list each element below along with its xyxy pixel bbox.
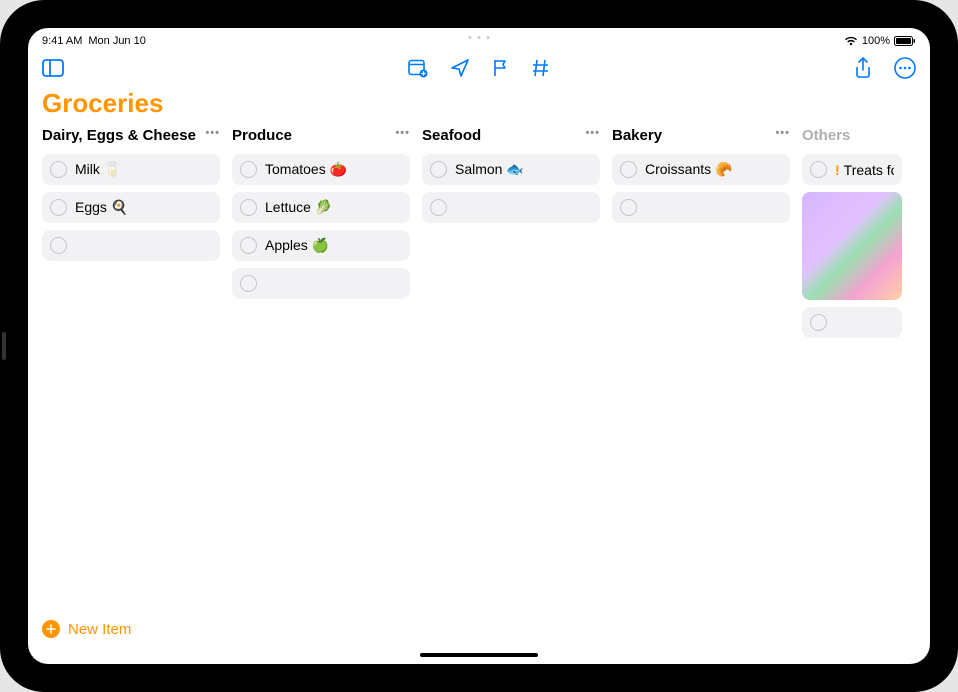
- radio-icon[interactable]: [50, 199, 67, 216]
- reminder-item[interactable]: Croissants 🥐: [612, 154, 790, 185]
- wifi-icon: [844, 36, 858, 46]
- more-icon[interactable]: [894, 57, 916, 79]
- reminder-label: Treats for t: [844, 162, 894, 178]
- column-produce: Produce ••• Tomatoes 🍅 Lettuce 🥬 Apples …: [232, 127, 410, 664]
- column-title[interactable]: Bakery: [612, 127, 662, 144]
- reminder-item-empty[interactable]: [232, 268, 410, 299]
- new-item-button[interactable]: New Item: [42, 620, 131, 638]
- reminder-item[interactable]: ! Treats for t: [802, 154, 902, 185]
- column-title[interactable]: Others: [802, 127, 850, 144]
- column-dairy: Dairy, Eggs & Cheese ••• Milk 🥛 Eggs 🍳: [42, 127, 220, 664]
- priority-indicator: !: [835, 162, 840, 178]
- reminder-item-empty[interactable]: [42, 230, 220, 261]
- reminder-item-empty[interactable]: [802, 307, 902, 338]
- radio-icon[interactable]: [430, 161, 447, 178]
- hashtag-icon[interactable]: [532, 58, 550, 78]
- image-placeholder: [802, 192, 902, 300]
- column-more-icon[interactable]: •••: [395, 127, 410, 139]
- toolbar: [28, 50, 930, 86]
- column-more-icon[interactable]: •••: [585, 127, 600, 139]
- radio-icon[interactable]: [240, 199, 257, 216]
- column-more-icon[interactable]: •••: [205, 127, 220, 139]
- flag-icon[interactable]: [492, 58, 510, 78]
- reminder-item[interactable]: Milk 🥛: [42, 154, 220, 185]
- reminder-label: Tomatoes 🍅: [265, 161, 347, 178]
- radio-icon[interactable]: [810, 314, 827, 331]
- battery-icon: [894, 36, 916, 46]
- status-bar: 9:41 AM Mon Jun 10 100%: [28, 28, 930, 50]
- calendar-add-icon[interactable]: [408, 58, 428, 78]
- radio-icon[interactable]: [240, 161, 257, 178]
- radio-icon[interactable]: [240, 275, 257, 292]
- reminder-image-attachment[interactable]: [802, 192, 902, 300]
- share-icon[interactable]: [854, 57, 872, 79]
- reminder-label: Croissants 🥐: [645, 161, 732, 178]
- radio-icon[interactable]: [620, 161, 637, 178]
- camera-indicator: [469, 36, 490, 39]
- reminder-item-empty[interactable]: [612, 192, 790, 223]
- column-more-icon[interactable]: •••: [775, 127, 790, 139]
- home-indicator[interactable]: [420, 653, 538, 657]
- column-seafood: Seafood ••• Salmon 🐟: [422, 127, 600, 664]
- column-others: Others ••• ! Treats for t: [802, 127, 902, 664]
- sidebar-toggle-icon[interactable]: [42, 59, 64, 77]
- reminder-item[interactable]: Salmon 🐟: [422, 154, 600, 185]
- reminder-label: Apples 🍏: [265, 237, 329, 254]
- column-title[interactable]: Seafood: [422, 127, 481, 144]
- reminder-item[interactable]: Lettuce 🥬: [232, 192, 410, 223]
- reminder-label: Salmon 🐟: [455, 161, 524, 178]
- column-bakery: Bakery ••• Croissants 🥐: [612, 127, 790, 664]
- reminder-item-empty[interactable]: [422, 192, 600, 223]
- reminder-item[interactable]: Eggs 🍳: [42, 192, 220, 223]
- radio-icon[interactable]: [50, 161, 67, 178]
- status-time: 9:41 AM: [42, 35, 82, 47]
- reminder-label: Eggs 🍳: [75, 199, 128, 216]
- columns-container: Dairy, Eggs & Cheese ••• Milk 🥛 Eggs 🍳: [28, 127, 930, 664]
- new-item-label: New Item: [68, 621, 131, 638]
- radio-icon[interactable]: [240, 237, 257, 254]
- location-icon[interactable]: [450, 58, 470, 78]
- radio-icon[interactable]: [810, 161, 827, 178]
- reminder-label: Milk 🥛: [75, 161, 121, 178]
- column-title[interactable]: Produce: [232, 127, 292, 144]
- radio-icon[interactable]: [50, 237, 67, 254]
- list-title: Groceries: [28, 86, 930, 127]
- column-title[interactable]: Dairy, Eggs & Cheese: [42, 127, 196, 144]
- reminder-item[interactable]: Apples 🍏: [232, 230, 410, 261]
- plus-circle-icon: [42, 620, 60, 638]
- reminder-item[interactable]: Tomatoes 🍅: [232, 154, 410, 185]
- status-battery-percent: 100%: [862, 35, 890, 47]
- radio-icon[interactable]: [430, 199, 447, 216]
- status-date: Mon Jun 10: [88, 35, 145, 47]
- reminder-label: Lettuce 🥬: [265, 199, 332, 216]
- radio-icon[interactable]: [620, 199, 637, 216]
